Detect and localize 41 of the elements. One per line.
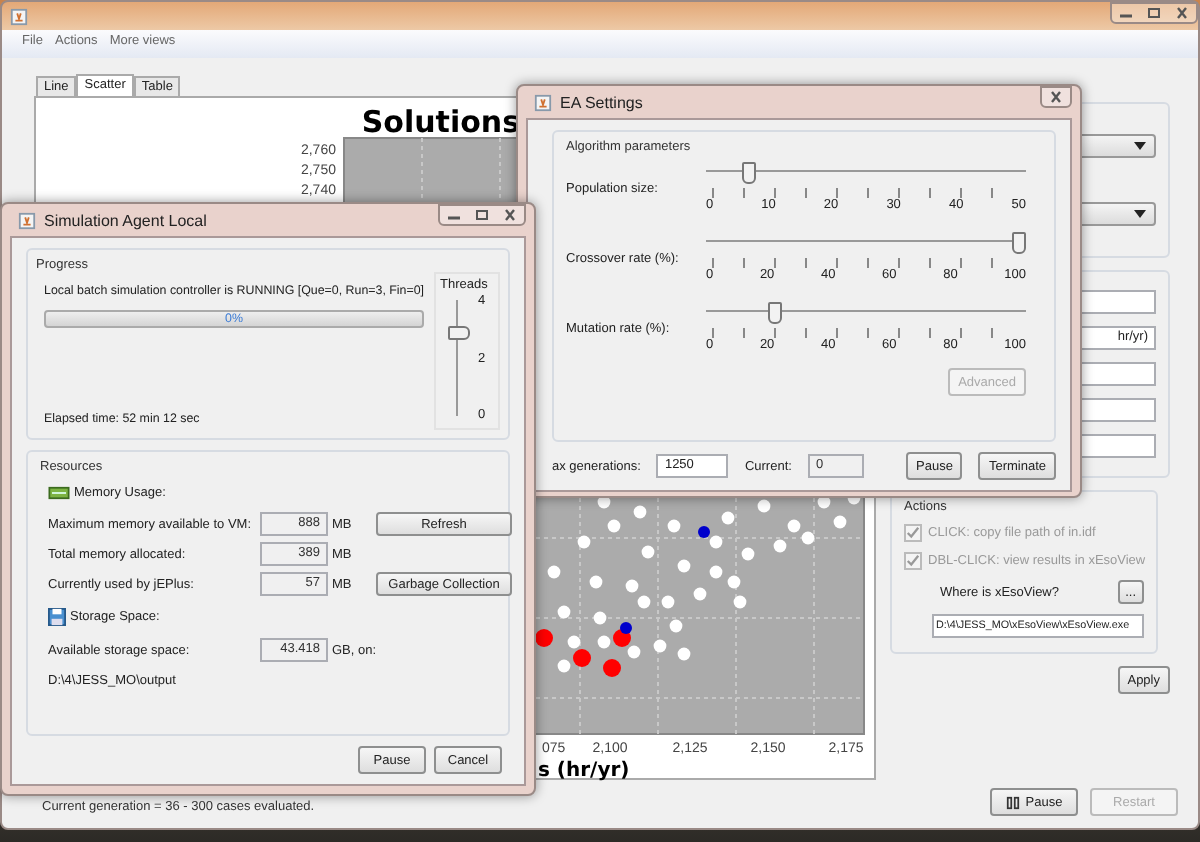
slider-thumb[interactable] bbox=[1012, 232, 1026, 254]
axis-label: s (hr/yr) bbox=[538, 760, 630, 782]
chart-title: Solutions bbox=[361, 104, 520, 140]
data-point bbox=[709, 565, 723, 579]
caret-icon bbox=[1134, 142, 1146, 150]
data-point bbox=[603, 659, 621, 677]
data-point bbox=[653, 639, 667, 653]
pause-icon bbox=[1005, 795, 1020, 809]
data-point bbox=[693, 587, 707, 601]
data-point bbox=[667, 519, 681, 533]
data-point bbox=[677, 647, 691, 661]
data-point bbox=[641, 545, 655, 559]
data-point bbox=[727, 575, 741, 589]
data-point bbox=[773, 539, 787, 553]
window-title: EA Settings bbox=[560, 93, 643, 111]
data-point bbox=[577, 535, 591, 549]
data-point bbox=[721, 511, 735, 525]
data-point bbox=[607, 519, 621, 533]
data-point bbox=[757, 499, 771, 513]
caret-icon bbox=[1134, 210, 1146, 218]
data-point bbox=[547, 565, 561, 579]
window-title: Simulation Agent Local bbox=[44, 211, 207, 229]
data-point bbox=[535, 629, 553, 647]
app-icon bbox=[534, 93, 552, 111]
data-point bbox=[733, 595, 747, 609]
app-icon bbox=[10, 7, 28, 25]
memory-chip-icon bbox=[48, 486, 70, 500]
data-point bbox=[589, 575, 603, 589]
data-point bbox=[669, 619, 683, 633]
data-point bbox=[833, 515, 847, 529]
data-point bbox=[557, 605, 571, 619]
data-point bbox=[741, 547, 755, 561]
data-point bbox=[677, 559, 691, 573]
data-point bbox=[593, 611, 607, 625]
app-icon bbox=[18, 211, 36, 229]
slider-thumb[interactable] bbox=[448, 325, 470, 340]
data-point bbox=[661, 595, 675, 609]
slider-thumb[interactable] bbox=[742, 162, 757, 184]
data-point bbox=[633, 505, 647, 519]
slider-thumb[interactable] bbox=[767, 302, 782, 324]
data-point bbox=[573, 649, 591, 667]
